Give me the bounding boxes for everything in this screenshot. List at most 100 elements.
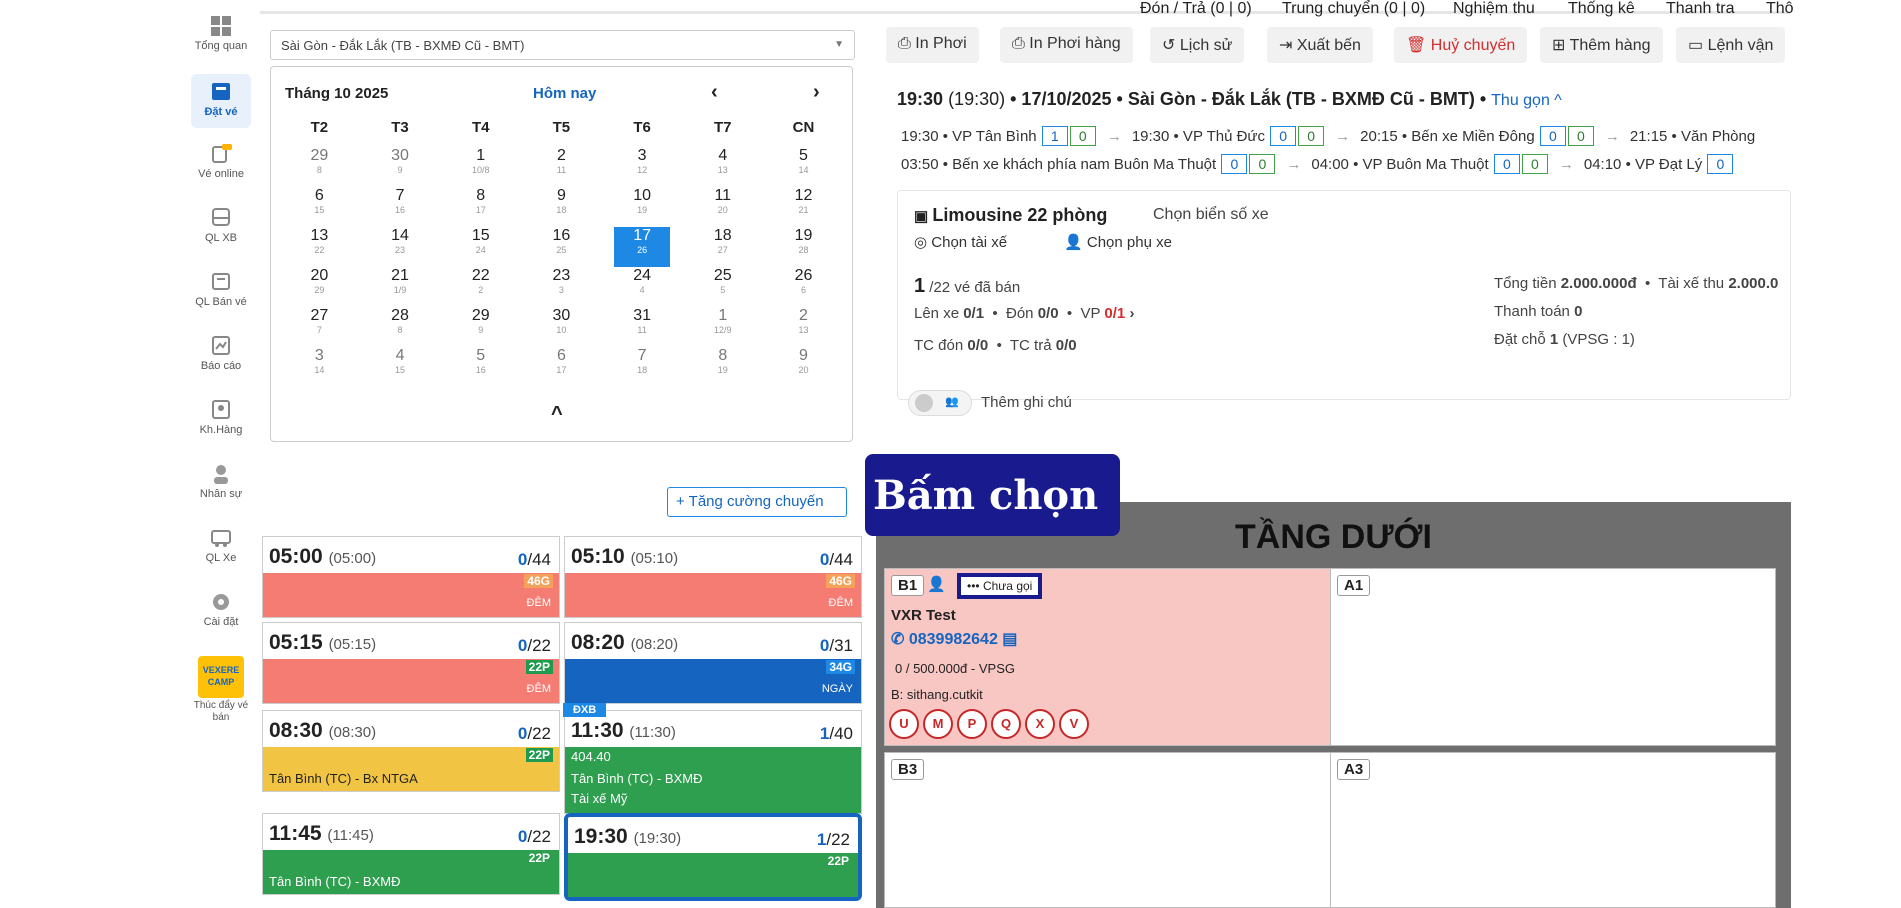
toolbar-button-trash[interactable]: 🗑 Huỷ chuyến	[1394, 27, 1528, 63]
seat-tab[interactable]: Thanh tra	[1666, 0, 1734, 18]
calendar-day[interactable]: 18 27	[682, 227, 763, 267]
calendar-day[interactable]: 11 20	[682, 187, 763, 227]
sidebar-item-online-ticket[interactable]: Vé online	[185, 142, 257, 180]
toolbar-button-history[interactable]: ↺ Lịch sử	[1150, 27, 1245, 63]
seat-B3[interactable]: B3	[884, 752, 1332, 908]
sidebar-item-promote-sales[interactable]: VEXERE CAMP Thúc đẩy vé bán	[185, 656, 257, 724]
toolbar-button-exit[interactable]: ⇥ Xuất bến	[1267, 27, 1373, 63]
sidebar-item-reports[interactable]: Báo cáo	[185, 334, 257, 372]
plate-select[interactable]: Chọn biển số xe	[1153, 206, 1269, 224]
seat-B1[interactable]: B1 👤 ••• Chưa gọi VXR Test ✆ 0839982642 …	[884, 568, 1332, 746]
calendar-day[interactable]: 21 1/9	[360, 267, 441, 307]
calendar-day[interactable]: 29 8	[279, 147, 360, 187]
calendar-day[interactable]: 24 4	[602, 267, 683, 307]
calendar-day[interactable]: 6 15	[279, 187, 360, 227]
calendar-day[interactable]: 13 22	[279, 227, 360, 267]
seat-action-button[interactable]: X	[1025, 709, 1055, 739]
sidebar-item-customers[interactable]: Kh.Hàng	[185, 398, 257, 436]
calendar-day[interactable]: 7 18	[602, 347, 683, 387]
toolbar-button-document[interactable]: ▭ Lệnh vận	[1676, 27, 1786, 63]
seat-tab[interactable]: Thô	[1766, 0, 1794, 18]
calendar-day[interactable]: 22 2	[440, 267, 521, 307]
calendar-day[interactable]: 12 21	[763, 187, 844, 227]
seat-action-button[interactable]: Q	[991, 709, 1021, 739]
calendar-day[interactable]: 2 13	[763, 307, 844, 347]
calendar-day[interactable]: 1 10/8	[440, 147, 521, 187]
chevron-right-icon[interactable]: ›	[813, 81, 820, 104]
seat-A3[interactable]: A3	[1330, 752, 1776, 908]
call-status-button[interactable]: ••• Chưa gọi	[957, 573, 1043, 599]
calendar-day[interactable]: 4 13	[682, 147, 763, 187]
calendar-day[interactable]: 8 17	[440, 187, 521, 227]
calendar-day[interactable]: 10 19	[602, 187, 683, 227]
sidebar-item-booking[interactable]: Đặt vé	[191, 74, 251, 128]
assistant-select[interactable]: 👤 Chọn phụ xe	[1064, 233, 1172, 251]
trip-card[interactable]: 19:30 (19:30) 1/22 22P	[564, 813, 862, 901]
calendar-day[interactable]: 2 11	[521, 147, 602, 187]
calendar-day[interactable]: 5 16	[440, 347, 521, 387]
toolbar-button-plus-box[interactable]: ⊞ Thêm hàng	[1540, 27, 1663, 63]
seat-tab[interactable]: Nghiệm thu	[1453, 0, 1535, 18]
seat-action-button[interactable]: U	[889, 709, 919, 739]
office-value[interactable]: 0/1	[1104, 305, 1125, 322]
seat-A1[interactable]: A1	[1330, 568, 1776, 746]
seat-action-button[interactable]: M	[923, 709, 953, 739]
calendar-day[interactable]: 5 14	[763, 147, 844, 187]
add-note-label[interactable]: Thêm ghi chú	[981, 394, 1072, 411]
seat-tab[interactable]: Trung chuyển (0 | 0)	[1282, 0, 1425, 18]
passenger-phone[interactable]: ✆ 0839982642 ▤	[891, 629, 1017, 649]
sidebar-item-settings[interactable]: Cài đặt	[185, 590, 257, 628]
sidebar-item-ql-ban-ve[interactable]: QL Bán vé	[185, 270, 257, 308]
note-toggle[interactable]: 👥	[908, 390, 972, 416]
trip-card[interactable]: 05:00 (05:00) 0/44 46G ĐÊM	[262, 536, 560, 618]
calendar-day[interactable]: 3 12	[602, 147, 683, 187]
calendar-day[interactable]: 8 19	[682, 347, 763, 387]
calendar-day[interactable]: 7 16	[360, 187, 441, 227]
trip-card[interactable]: 08:30 (08:30) 0/22 22P Tân Bình (TC) - Bx N…	[262, 710, 560, 792]
calendar-day[interactable]: 1 12/9	[682, 307, 763, 347]
add-trip-button[interactable]: + Tăng cường chuyến	[667, 487, 847, 517]
calendar-day[interactable]: 9 18	[521, 187, 602, 227]
toolbar-button-printer[interactable]: ⎙ In Phơi hàng	[1000, 27, 1133, 63]
seat-action-button[interactable]: V	[1059, 709, 1089, 739]
calendar-day[interactable]: 26 6	[763, 267, 844, 307]
chevron-left-icon[interactable]: ‹	[711, 81, 718, 104]
calendar-day[interactable]: 23 3	[521, 267, 602, 307]
route-select[interactable]: Sài Gòn - Đắk Lắk (TB - BXMĐ Cũ - BMT) ▼	[270, 30, 855, 60]
calendar-day[interactable]: 17 26	[613, 227, 671, 267]
calendar-day[interactable]: 30 9	[360, 147, 441, 187]
trip-card[interactable]: 05:10 (05:10) 0/44 46G ĐÊM	[564, 536, 862, 618]
sidebar-item-vehicles[interactable]: QL Xe	[185, 526, 257, 564]
calendar-day[interactable]: 28 8	[360, 307, 441, 347]
calendar-day[interactable]: 9 20	[763, 347, 844, 387]
calendar-day[interactable]: 15 24	[440, 227, 521, 267]
trip-card[interactable]: 11:30 (11:30) 1/40 404.40 Tân Bình (TC) - B…	[564, 710, 862, 814]
collapse-link[interactable]: Thu gọn ^	[1491, 92, 1562, 109]
driver-select[interactable]: ◎ Chọn tài xế	[914, 233, 1007, 251]
calendar-day[interactable]: 16 25	[521, 227, 602, 267]
calendar-day[interactable]: 25 5	[682, 267, 763, 307]
calendar-day[interactable]: 19 28	[763, 227, 844, 267]
copy-icon[interactable]: ▤	[1002, 631, 1017, 648]
chevron-up-icon[interactable]: ^	[551, 403, 563, 426]
calendar-day[interactable]: 20 29	[279, 267, 360, 307]
trip-card[interactable]: 05:15 (05:15) 0/22 22P ĐÊM	[262, 622, 560, 704]
calendar-day[interactable]: 29 9	[440, 307, 521, 347]
sidebar-item-ql-xb[interactable]: QL XB	[185, 206, 257, 244]
calendar-day[interactable]: 6 17	[521, 347, 602, 387]
calendar-day[interactable]: 3 14	[279, 347, 360, 387]
sidebar-item-staff[interactable]: Nhân sự	[185, 462, 257, 500]
trip-card[interactable]: 11:45 (11:45) 0/22 22P Tân Bình (TC) - BXMĐ	[262, 813, 560, 895]
seat-tab[interactable]: Thống kê	[1568, 0, 1635, 18]
calendar-day[interactable]: 31 11	[602, 307, 683, 347]
sidebar-item-overview[interactable]: Tổng quan	[185, 14, 257, 52]
calendar-day[interactable]: 30 10	[521, 307, 602, 347]
calendar-day[interactable]: 27 7	[279, 307, 360, 347]
calendar-day[interactable]: 14 23	[360, 227, 441, 267]
seat-tab[interactable]: Đón / Trả (0 | 0)	[1140, 0, 1252, 18]
toolbar-button-printer[interactable]: ⎙ In Phơi	[886, 27, 979, 63]
seat-action-button[interactable]: P	[957, 709, 987, 739]
chevron-right-icon[interactable]: ›	[1129, 305, 1134, 322]
calendar-day[interactable]: 4 15	[360, 347, 441, 387]
today-button[interactable]: Hôm nay	[533, 85, 596, 102]
